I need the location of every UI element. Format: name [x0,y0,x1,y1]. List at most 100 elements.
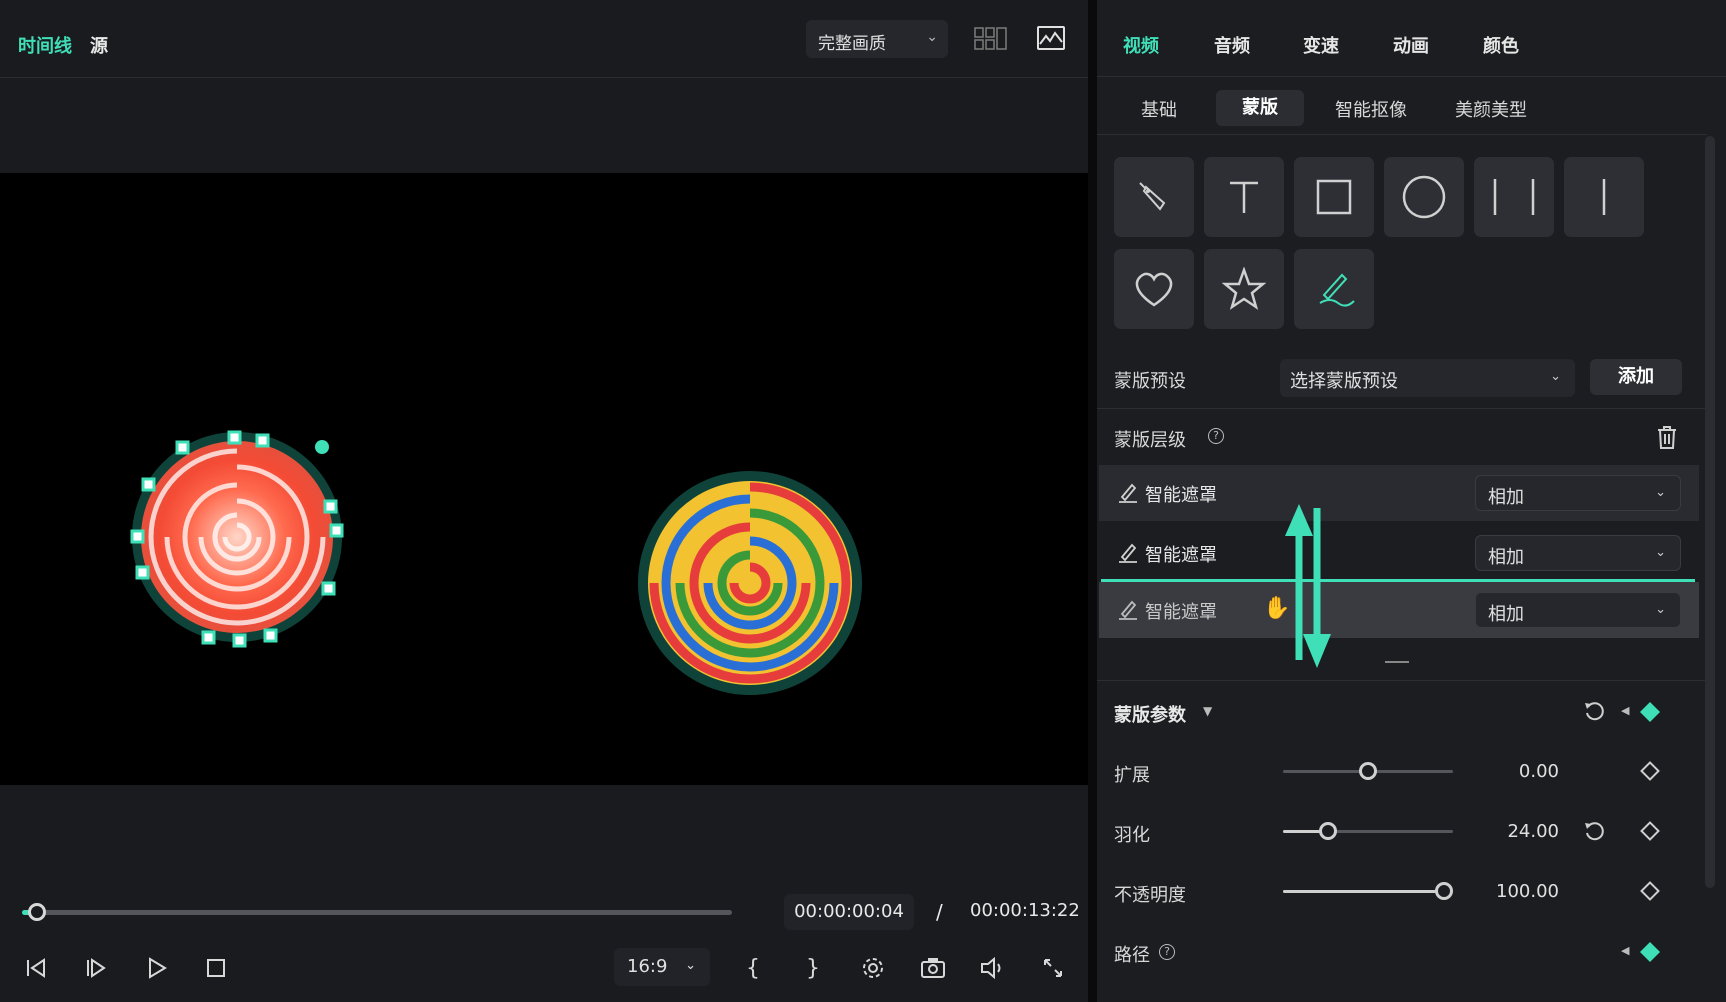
grid-icon[interactable] [974,26,1008,52]
blend-mode-select[interactable]: 相加 ⌄ [1475,535,1681,571]
chevron-down-icon: ⌄ [1550,369,1561,384]
mask-preset-select[interactable]: 选择蒙版预设 ⌄ [1280,359,1575,397]
subtab-smart-cutout[interactable]: 智能抠像 [1335,96,1407,122]
mask-layer-row[interactable]: 智能遮罩 相加 ⌄ [1099,465,1699,521]
preview-canvas [130,430,862,695]
tab-speed[interactable]: 变速 [1303,32,1339,58]
chevron-down-icon: ⌄ [1655,545,1666,560]
red-lollipop [130,430,344,648]
volume-icon[interactable] [977,952,1009,984]
mark-out-icon[interactable]: } [797,952,829,984]
prev-keyframe-icon[interactable]: ◀ [1621,704,1629,717]
opacity-value[interactable]: 100.00 [1469,881,1559,902]
blend-mode-select[interactable]: 相加 ⌄ [1475,592,1681,628]
mask-layer-name: 智能遮罩 [1145,602,1217,623]
keyframe-icon[interactable] [1640,942,1660,962]
keyframe-icon[interactable] [1640,881,1660,901]
progress-track[interactable] [22,910,732,915]
heart-icon[interactable] [1114,249,1194,329]
opacity-slider-handle[interactable] [1435,882,1453,900]
subtab-mask[interactable]: 蒙版 [1216,90,1304,126]
settings-icon[interactable] [857,952,889,984]
player-panel: 时间线 源 完整画质 ⌄ 00:00:00:04 / 00:00:13:22 1… [0,0,1088,1002]
tab-video[interactable]: 视频 [1123,32,1159,58]
expand-slider-handle[interactable] [1359,762,1377,780]
reset-icon[interactable] [1583,700,1605,722]
double-line-icon[interactable] [1474,157,1554,237]
caret-down-icon[interactable]: ▼ [1203,704,1212,718]
quality-select[interactable]: 完整画质 ⌄ [806,20,948,58]
aspect-ratio-value: 16:9 [627,956,668,977]
chevron-down-icon: ⌄ [1655,602,1666,617]
play-icon[interactable] [141,952,173,984]
scope-icon[interactable] [1036,24,1066,52]
single-line-icon[interactable] [1564,157,1644,237]
opacity-slider-fill [1283,890,1443,893]
aspect-ratio-select[interactable]: 16:9 ⌄ [614,948,710,986]
playhead-handle[interactable] [28,903,46,921]
rainbow-lollipop [638,471,862,695]
tab-color[interactable]: 颜色 [1483,32,1519,58]
keyframe-icon[interactable] [1640,821,1660,841]
smart-brush-icon[interactable] [1294,249,1374,329]
circle-icon[interactable] [1384,157,1464,237]
subtab-divider [1097,134,1707,135]
chevron-down-icon: ⌄ [685,958,696,973]
mask-preset-value: 选择蒙版预设 [1290,371,1398,392]
smart-brush-icon [1119,600,1137,620]
text-icon[interactable] [1204,157,1284,237]
mask-layers-label: 蒙版层级 [1114,430,1186,451]
rectangle-icon[interactable] [1294,157,1374,237]
scrollbar[interactable] [1705,136,1715,888]
blend-mode-value: 相加 [1488,547,1524,568]
add-preset-button[interactable]: 添加 [1590,359,1682,395]
keyframe-icon[interactable] [1640,702,1660,722]
expand-label: 扩展 [1114,765,1150,786]
chevron-down-icon: ⌄ [1655,485,1666,500]
subtab-basic[interactable]: 基础 [1141,96,1177,122]
properties-panel: 视频 音频 变速 动画 颜色 基础 蒙版 智能抠像 美颜美型 蒙版预设 选择蒙版… [1097,0,1726,1002]
video-preview[interactable] [0,173,1088,785]
subtab-beauty[interactable]: 美颜美型 [1455,96,1527,122]
feather-value[interactable]: 24.00 [1469,821,1559,842]
feather-slider-handle[interactable] [1319,822,1337,840]
pen-icon[interactable] [1114,157,1194,237]
next-frame-icon[interactable] [80,952,112,984]
previous-frame-icon[interactable] [20,952,52,984]
keyframe-icon[interactable] [1640,761,1660,781]
path-label: 路径 [1114,945,1150,966]
chevron-down-icon: ⌄ [926,29,938,45]
tab-timeline[interactable]: 时间线 [18,32,72,58]
snapshot-icon[interactable] [917,952,949,984]
mask-layer-name: 智能遮罩 [1145,485,1217,506]
expand-value[interactable]: 0.00 [1469,761,1559,782]
panel-divider[interactable] [1088,0,1097,1002]
trash-icon[interactable] [1655,424,1679,450]
quality-select-value: 完整画质 [818,34,886,54]
time-separator: / [936,900,943,924]
tab-audio[interactable]: 音频 [1214,32,1250,58]
mask-params-label: 蒙版参数 [1114,705,1186,726]
prev-keyframe-icon[interactable]: ◀ [1621,944,1629,957]
player-header: 时间线 源 完整画质 ⌄ [0,0,1088,78]
current-time[interactable]: 00:00:00:04 [784,894,914,930]
section-divider [1097,680,1707,681]
reset-icon[interactable] [1583,820,1605,842]
mark-in-icon[interactable]: { [737,952,769,984]
section-divider [1097,408,1707,409]
tab-animation[interactable]: 动画 [1393,32,1429,58]
mask-layer-row-dragging[interactable]: 智能遮罩 ✋ 相加 ⌄ [1099,582,1699,638]
smart-brush-icon [1119,543,1137,563]
star-icon[interactable] [1204,249,1284,329]
blend-mode-select[interactable]: 相加 ⌄ [1475,475,1681,511]
tab-source[interactable]: 源 [90,32,108,58]
tab-divider [1097,76,1726,77]
mask-layer-row[interactable]: 智能遮罩 相加 ⌄ [1099,525,1699,581]
help-icon[interactable]: ? [1159,944,1175,960]
resize-handle[interactable] [1385,661,1409,663]
mask-preset-label: 蒙版预设 [1114,371,1186,392]
help-icon[interactable]: ? [1208,428,1224,444]
stop-icon[interactable] [200,952,232,984]
fullscreen-icon[interactable] [1037,952,1069,984]
total-time: 00:00:13:22 [970,900,1080,921]
